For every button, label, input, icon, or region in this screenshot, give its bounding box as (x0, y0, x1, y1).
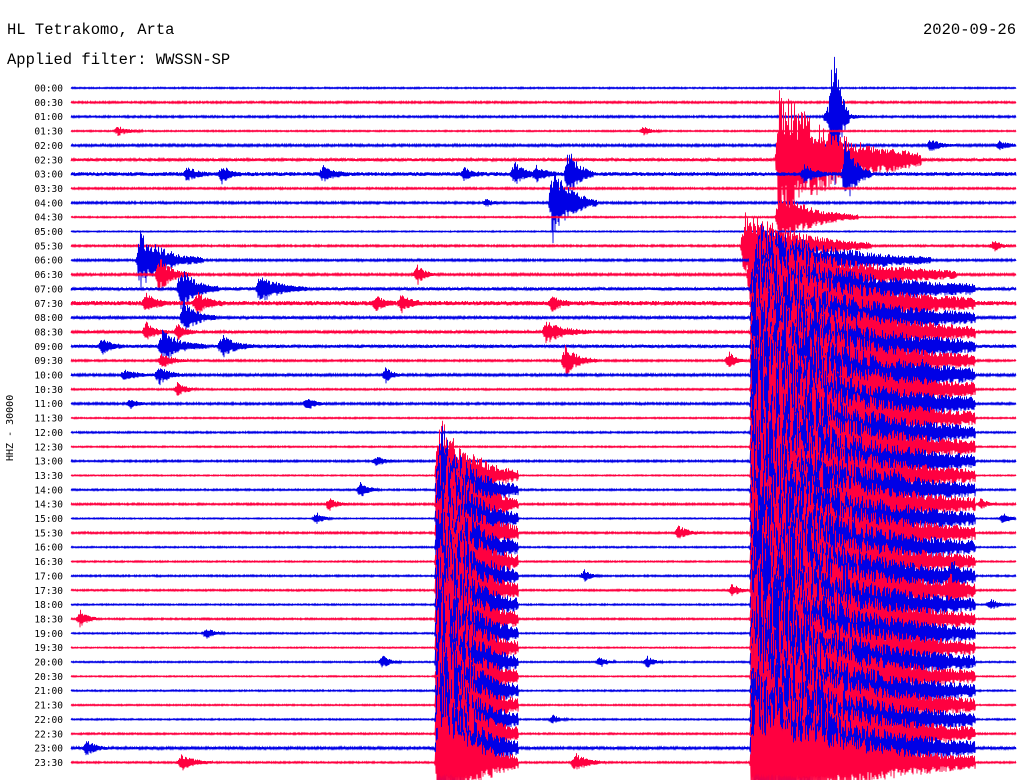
time-label: 07:00 (34, 284, 63, 295)
time-label: 23:30 (34, 758, 63, 769)
time-label: 06:00 (34, 256, 63, 267)
trace-line (70, 212, 1017, 277)
time-label: 15:00 (34, 514, 63, 525)
time-label: 12:30 (34, 442, 63, 453)
time-label: 13:00 (34, 457, 63, 468)
time-label: 22:00 (34, 715, 63, 726)
time-label: 20:30 (34, 672, 63, 683)
helicorder-plot: 00:00 00:30 01:00 01:30 02:00 02:30 03:00 03:30… (34, 56, 1017, 780)
time-label: 23:00 (34, 744, 63, 755)
time-label: 08:00 (34, 313, 63, 324)
time-label: 14:00 (34, 485, 63, 496)
time-label: 13:30 (34, 471, 63, 482)
time-label: 01:30 (34, 127, 63, 138)
time-label: 11:00 (34, 399, 63, 410)
time-label: 17:00 (34, 571, 63, 582)
time-label: 17:30 (34, 586, 63, 597)
trace-line (70, 186, 1017, 191)
trace-line (70, 99, 1017, 105)
time-label: 01:00 (34, 112, 63, 123)
time-label: 10:00 (34, 371, 63, 382)
time-label: 18:30 (34, 614, 63, 625)
trace-line (70, 90, 1017, 231)
time-label: 05:30 (34, 241, 63, 252)
time-label: 07:30 (34, 299, 63, 310)
time-label: 03:00 (34, 170, 63, 181)
time-label: 03:30 (34, 184, 63, 195)
time-label: 04:30 (34, 213, 63, 224)
time-label: 00:00 (34, 84, 63, 95)
trace-line (70, 85, 1017, 90)
time-label: 02:30 (34, 155, 63, 166)
time-label: 21:30 (34, 701, 63, 712)
time-label: 18:00 (34, 600, 63, 611)
trace-line (70, 229, 1017, 234)
trace-line (70, 140, 1017, 151)
time-label: 09:00 (34, 342, 63, 353)
time-label: 12:00 (34, 428, 63, 439)
time-label: 09:30 (34, 356, 63, 367)
time-label: 00:30 (34, 98, 63, 109)
time-label: 11:30 (34, 414, 63, 425)
trace-line (70, 126, 1017, 137)
time-label: 06:30 (34, 270, 63, 281)
time-label: 15:30 (34, 528, 63, 539)
trace-line (70, 171, 1017, 244)
time-label: 04:00 (34, 198, 63, 209)
time-label: 02:00 (34, 141, 63, 152)
time-label: 21:00 (34, 686, 63, 697)
time-label: 16:00 (34, 543, 63, 554)
time-label: 19:30 (34, 643, 63, 654)
time-label: 08:30 (34, 327, 63, 338)
time-label: 05:00 (34, 227, 63, 238)
time-label: 14:30 (34, 500, 63, 511)
time-label: 16:30 (34, 557, 63, 568)
time-label: 22:30 (34, 729, 63, 740)
time-label: 19:00 (34, 629, 63, 640)
time-label: 20:00 (34, 658, 63, 669)
time-label: 10:30 (34, 385, 63, 396)
